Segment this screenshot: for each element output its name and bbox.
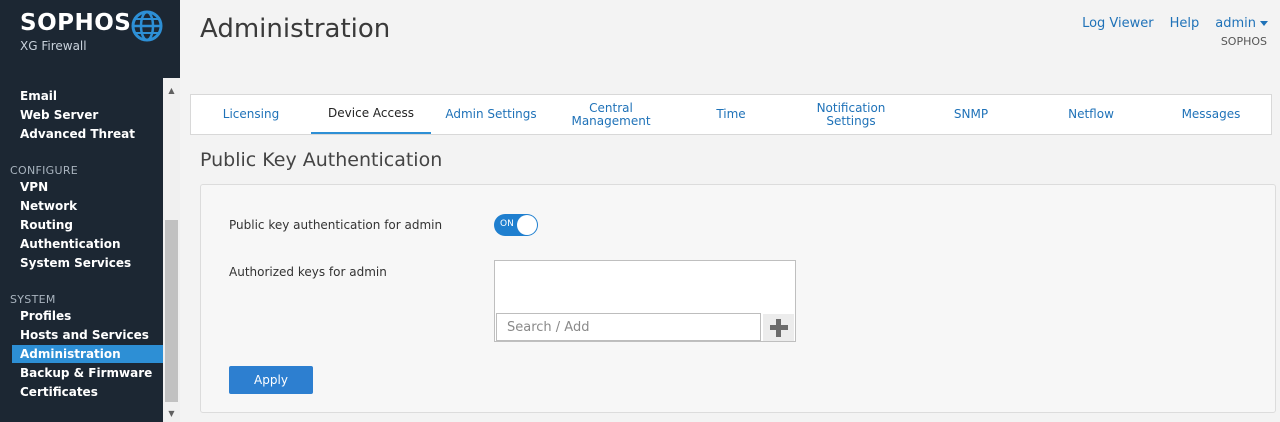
pubkey-panel: Public key authentication for admin ON A… [200,184,1276,413]
sidebar-item-hosts-and-services[interactable]: Hosts and Services [12,326,163,344]
user-name: admin [1215,16,1256,31]
scrollbar-thumb[interactable] [165,220,178,402]
top-links: Log Viewer Help admin [1082,16,1268,31]
log-viewer-link[interactable]: Log Viewer [1082,16,1154,31]
sidebar-nav: Email Web Server Advanced Threat CONFIGU… [0,78,163,422]
tab-time[interactable]: Time [671,95,791,134]
sidebar: SOPHOS XG Firewall Email Web Server Adva… [0,0,180,422]
tab-snmp[interactable]: SNMP [911,95,1031,134]
sidebar-scrollbar[interactable]: ▲ ▼ [163,78,180,422]
sidebar-item-email[interactable]: Email [12,87,163,105]
sidebar-item-advanced-threat[interactable]: Advanced Threat [12,125,163,143]
arrow-up-icon[interactable]: ▲ [163,82,180,99]
tab-central-management[interactable]: Central Management [551,95,671,134]
sidebar-item-profiles[interactable]: Profiles [12,307,163,325]
arrow-down-icon[interactable]: ▼ [163,405,180,422]
toggle-state-text: ON [500,219,514,229]
toggle-knob [517,215,537,235]
product-name: XG Firewall [20,39,87,53]
section-title: Public Key Authentication [200,149,443,171]
sidebar-item-routing[interactable]: Routing [12,216,163,234]
nav-section-system: SYSTEM [10,293,56,306]
sidebar-item-vpn[interactable]: VPN [12,178,163,196]
sidebar-item-certificates[interactable]: Certificates [12,383,163,401]
pubkey-auth-toggle[interactable]: ON [494,214,538,236]
pubkey-auth-label: Public key authentication for admin [229,218,443,232]
sidebar-item-authentication[interactable]: Authentication [12,235,163,253]
tab-device-access[interactable]: Device Access [311,95,431,134]
sidebar-item-system-services[interactable]: System Services [12,254,163,272]
apply-button[interactable]: Apply [229,366,313,394]
help-link[interactable]: Help [1170,16,1200,31]
authorized-keys-label: Authorized keys for admin [229,265,387,279]
brand-header: SOPHOS XG Firewall [0,0,180,78]
tab-notification-settings[interactable]: Notification Settings [791,95,911,134]
sidebar-item-administration[interactable]: Administration [12,345,163,363]
caret-down-icon [1260,21,1268,26]
page-title: Administration [200,14,391,44]
sidebar-item-backup-firmware[interactable]: Backup & Firmware [12,364,163,382]
tab-licensing[interactable]: Licensing [191,95,311,134]
tab-messages[interactable]: Messages [1151,95,1271,134]
nav-section-configure: CONFIGURE [10,164,79,177]
brand-name: SOPHOS [20,10,132,36]
tab-admin-settings[interactable]: Admin Settings [431,95,551,134]
sidebar-item-web-server[interactable]: Web Server [12,106,163,124]
authorized-keys-list[interactable] [494,260,796,342]
tab-bar: Licensing Device Access Admin Settings C… [190,94,1272,135]
plus-icon[interactable] [763,314,794,341]
globe-icon [131,10,163,42]
search-add-input[interactable] [496,313,761,341]
sidebar-item-network[interactable]: Network [12,197,163,215]
org-label: SOPHOS [1220,35,1267,48]
user-menu[interactable]: admin [1215,16,1268,31]
tab-netflow[interactable]: Netflow [1031,95,1151,134]
